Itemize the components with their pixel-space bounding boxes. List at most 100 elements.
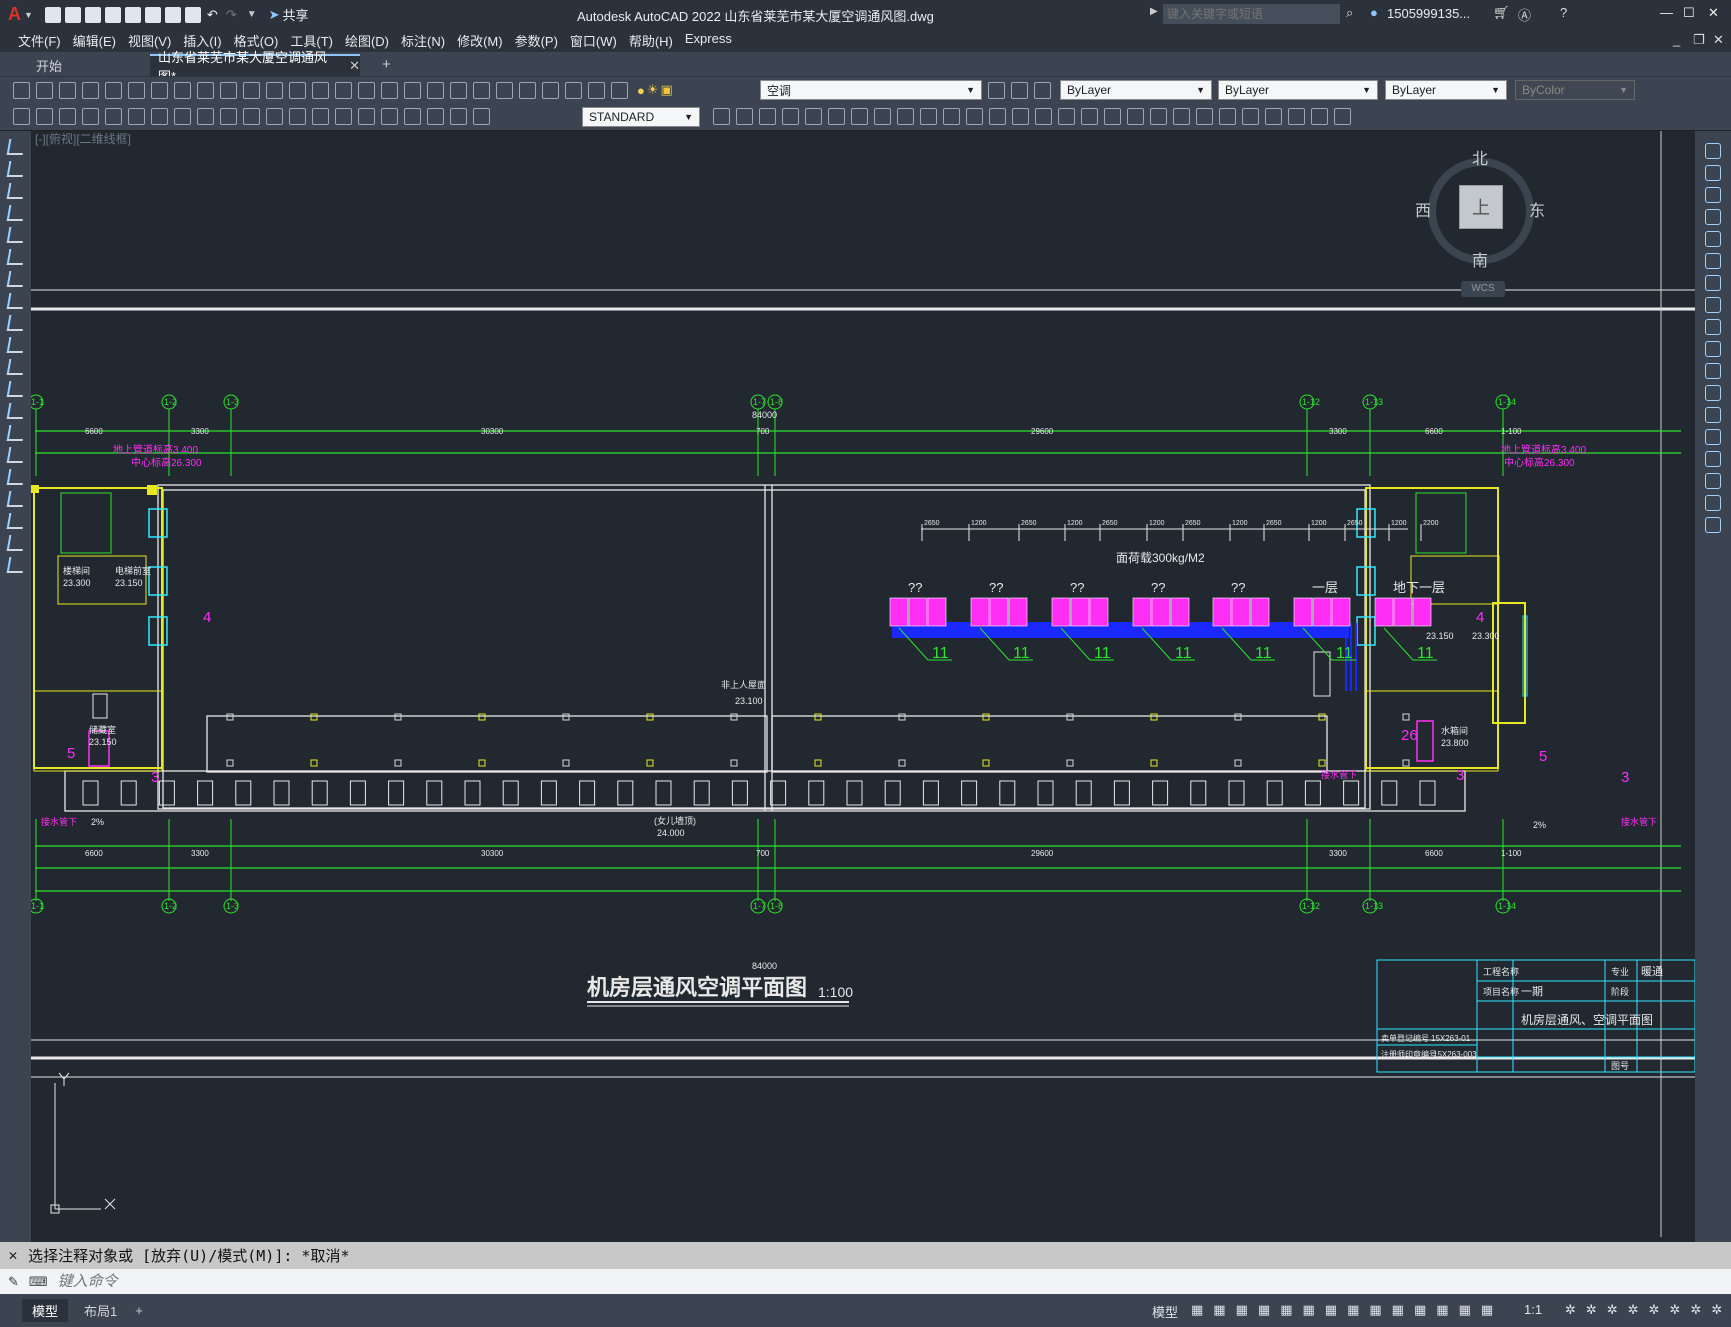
table-icon[interactable]: [6, 513, 25, 529]
open-file-icon[interactable]: [64, 6, 81, 23]
preview-icon[interactable]: [105, 81, 122, 99]
lineweight-dropdown[interactable]: ByLayer ▼: [1385, 80, 1507, 100]
user-icon[interactable]: ●: [1370, 5, 1378, 20]
transparency-icon[interactable]: ▦: [1392, 1302, 1404, 1318]
grid-icon[interactable]: ▦: [1191, 1302, 1203, 1318]
dim-text-edit-icon[interactable]: [427, 108, 444, 125]
save-web-icon[interactable]: [144, 6, 161, 23]
copy-obj-icon[interactable]: [759, 108, 776, 125]
cut-icon[interactable]: [174, 81, 191, 99]
layer-bulb-icon[interactable]: ●: [637, 83, 645, 98]
help-icon[interactable]: [565, 81, 582, 99]
explode-object-icon[interactable]: [1705, 517, 1721, 533]
add-selected-icon[interactable]: [1265, 108, 1282, 125]
radius-dim-icon[interactable]: [105, 108, 122, 125]
layer-dropdown[interactable]: 空调 ▼: [760, 80, 982, 100]
layer-lock-icon[interactable]: ▣: [661, 82, 673, 98]
app-menu-chevron-icon[interactable]: ▼: [24, 10, 33, 20]
properties-icon[interactable]: [427, 81, 444, 99]
stretch-icon[interactable]: [897, 108, 914, 125]
autocad-logo-icon[interactable]: A: [8, 4, 21, 25]
ortho-icon[interactable]: ▦: [1258, 1302, 1270, 1318]
move-object-icon[interactable]: [1705, 253, 1721, 269]
add-selected-icon[interactable]: [6, 557, 25, 573]
color-dropdown[interactable]: ByLayer ▼: [1060, 80, 1212, 100]
qat-dropdown-icon[interactable]: ▼: [247, 9, 257, 20]
markup-icon[interactable]: [519, 81, 536, 99]
drawing-canvas[interactable]: ?? 11?? 11?? 11?? 11?? 11 一层 11 地下一层 11 2650 1200 2…: [31, 131, 1695, 1237]
baseline-dim-icon[interactable]: [220, 108, 237, 125]
chamfer-icon[interactable]: [1012, 108, 1029, 125]
ordinate-dim-icon[interactable]: [82, 108, 99, 125]
save-icon[interactable]: [59, 81, 76, 99]
mirror-object-icon[interactable]: [1705, 187, 1721, 203]
zoom-previous-icon[interactable]: [404, 81, 421, 99]
user-name[interactable]: 1505999135...: [1387, 6, 1470, 21]
revcloud-icon[interactable]: [1334, 108, 1351, 125]
quickcalc-icon[interactable]: [542, 81, 559, 99]
menu-item-1[interactable]: 编辑(E): [73, 31, 116, 50]
undo-icon[interactable]: ↶: [207, 7, 218, 23]
maximize-button[interactable]: ☐: [1683, 5, 1695, 21]
insert-block-icon[interactable]: [1081, 108, 1098, 125]
break-object-icon[interactable]: [1705, 407, 1721, 423]
plot-icon[interactable]: [82, 81, 99, 99]
layer-tools-icon[interactable]: [988, 82, 1005, 99]
layer-previous-icon[interactable]: [1011, 82, 1028, 99]
design-center-icon[interactable]: [450, 81, 467, 99]
annotation-scale[interactable]: 1:1: [1524, 1302, 1542, 1317]
circle-icon[interactable]: [6, 271, 25, 287]
isodraft-icon[interactable]: ▦: [1302, 1302, 1314, 1318]
help-search-input[interactable]: [1163, 4, 1340, 24]
viewport-label[interactable]: [-][俯视][二维线框]: [35, 131, 131, 147]
copy-object-icon[interactable]: [1705, 165, 1721, 181]
menu-item-6[interactable]: 绘图(D): [345, 31, 389, 50]
offset-icon[interactable]: [805, 108, 822, 125]
search-icon[interactable]: ⌕: [1346, 5, 1353, 21]
make-block-icon[interactable]: [1104, 108, 1121, 125]
trim-object-icon[interactable]: [1705, 341, 1721, 357]
osnap-tracking-icon[interactable]: ▦: [1325, 1302, 1337, 1318]
share-icon[interactable]: ➤: [269, 7, 280, 23]
menu-item-8[interactable]: 修改(M): [457, 31, 503, 50]
arc-length-dim-icon[interactable]: [59, 108, 76, 125]
menu-item-7[interactable]: 标注(N): [401, 31, 445, 50]
linear-dim-icon[interactable]: [13, 108, 30, 125]
inspection-icon[interactable]: [358, 108, 375, 125]
tab-start[interactable]: 开始: [24, 54, 134, 76]
tool-palettes-icon[interactable]: [473, 81, 490, 99]
aligned-dim-icon[interactable]: [36, 108, 53, 125]
open-web-icon[interactable]: [124, 6, 141, 23]
lock-ui-icon[interactable]: ✲: [1649, 1302, 1660, 1318]
plotstyle-dropdown[interactable]: ByColor ▼: [1515, 80, 1635, 100]
workspace-switch-icon[interactable]: ✲: [1565, 1302, 1576, 1318]
region-icon[interactable]: [6, 491, 25, 507]
compass-south[interactable]: 南: [1472, 247, 1488, 271]
make-block-icon[interactable]: [6, 403, 25, 419]
cart-icon[interactable]: 🛒︎: [1493, 5, 1510, 21]
a360-icon[interactable]: Ⓐ: [1518, 5, 1531, 24]
erase-icon[interactable]: [1705, 143, 1721, 159]
diameter-dim-icon[interactable]: [151, 108, 168, 125]
paste-icon[interactable]: [220, 81, 237, 99]
blend-curves-icon[interactable]: [1705, 495, 1721, 511]
scale-object-icon[interactable]: [1705, 297, 1721, 313]
pan-icon[interactable]: [335, 81, 352, 99]
dim-edit-icon[interactable]: [404, 108, 421, 125]
dim-style-icon[interactable]: [473, 108, 490, 125]
copy-icon[interactable]: [197, 81, 214, 99]
jogged-dim-icon[interactable]: [128, 108, 145, 125]
layout-tab-model[interactable]: 模型: [22, 1299, 69, 1322]
revision-cloud-icon[interactable]: [6, 293, 25, 309]
command-input[interactable]: [57, 1271, 1658, 1292]
menu-item-9[interactable]: 参数(P): [515, 31, 558, 50]
wcs-button[interactable]: WCS: [1461, 281, 1505, 297]
join-icon[interactable]: [989, 108, 1006, 125]
ellipse-icon[interactable]: [6, 337, 25, 353]
block-editor-icon[interactable]: [266, 81, 283, 99]
minimize-button[interactable]: —: [1660, 5, 1673, 20]
viewcube[interactable]: 上 北 南 东 西 WCS: [1411, 141, 1551, 297]
chamfer-object-icon[interactable]: [1705, 451, 1721, 467]
line-icon[interactable]: [6, 139, 25, 155]
stretch-object-icon[interactable]: [1705, 319, 1721, 335]
